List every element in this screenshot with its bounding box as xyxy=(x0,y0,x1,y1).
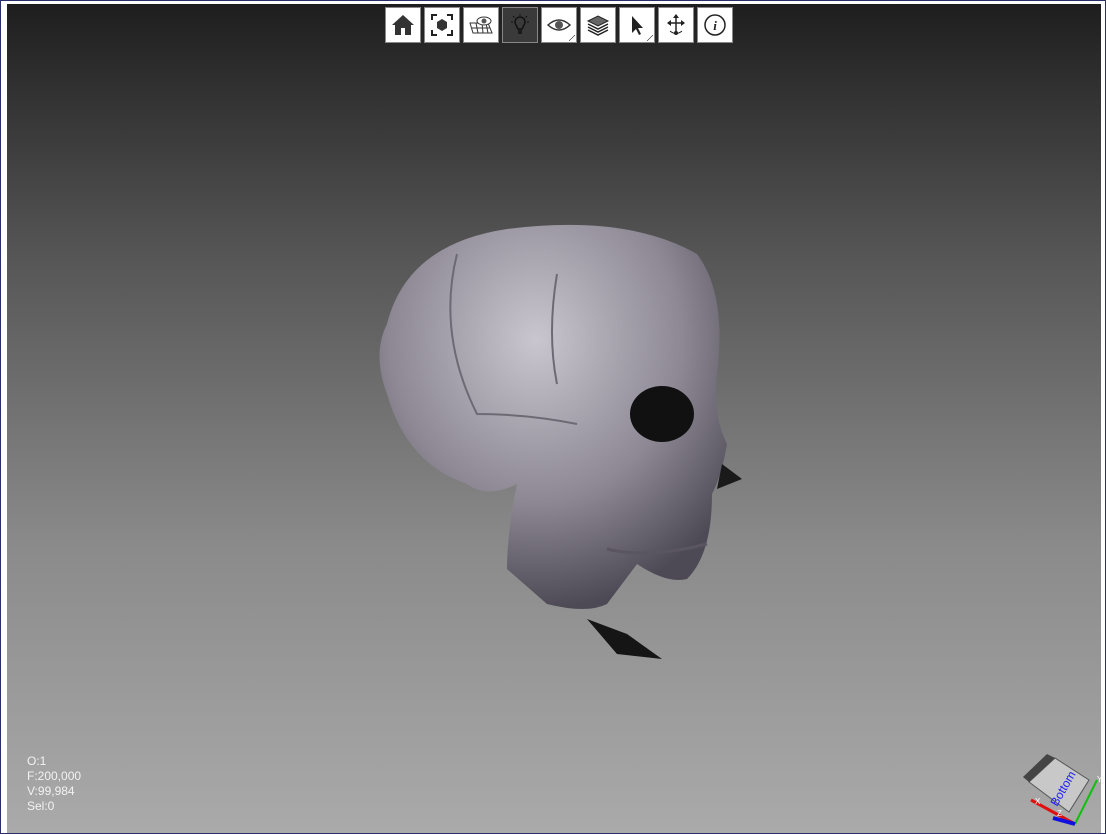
app-window: i O:1 F:200,000 V:99,984 Sel:0 Bottom X … xyxy=(0,0,1106,834)
z-axis-label: Z xyxy=(1057,809,1062,818)
layers-icon xyxy=(586,15,610,36)
home-icon xyxy=(392,15,414,35)
toolbar: i xyxy=(385,7,733,43)
info-icon: i xyxy=(704,14,726,36)
eye-icon xyxy=(546,19,572,31)
select-button[interactable] xyxy=(619,7,655,43)
pan-button[interactable] xyxy=(658,7,694,43)
focus-cube-icon xyxy=(431,14,453,36)
wireframe-view-button[interactable] xyxy=(463,7,499,43)
dropdown-corner[interactable] xyxy=(569,35,575,41)
faces-count: F:200,000 xyxy=(27,769,82,783)
lightbulb-icon xyxy=(511,14,529,34)
cursor-arrow-icon xyxy=(632,16,643,35)
svg-text:i: i xyxy=(713,18,717,33)
zoom-extents-button[interactable] xyxy=(424,7,460,43)
move-icon xyxy=(667,14,685,35)
x-axis-label: X xyxy=(1035,797,1041,806)
visibility-button[interactable] xyxy=(541,7,577,43)
home-button[interactable] xyxy=(385,7,421,43)
info-button[interactable]: i xyxy=(697,7,733,43)
skull-3d-model[interactable] xyxy=(367,214,767,674)
vertices-count: V:99,984 xyxy=(27,784,75,798)
3d-viewport[interactable]: i O:1 F:200,000 V:99,984 Sel:0 Bottom X … xyxy=(7,4,1101,833)
mesh-stats: O:1 F:200,000 V:99,984 Sel:0 xyxy=(27,754,81,814)
orientation-cube-gizmo[interactable]: Bottom X Y Z xyxy=(1017,752,1101,832)
light-button[interactable] xyxy=(502,7,538,43)
dropdown-corner[interactable] xyxy=(647,35,653,41)
y-axis-label: Y xyxy=(1097,775,1101,784)
objects-count: O:1 xyxy=(27,754,47,768)
selected-count: Sel:0 xyxy=(27,799,55,813)
mesh-eye-icon xyxy=(469,16,493,34)
layers-button[interactable] xyxy=(580,7,616,43)
